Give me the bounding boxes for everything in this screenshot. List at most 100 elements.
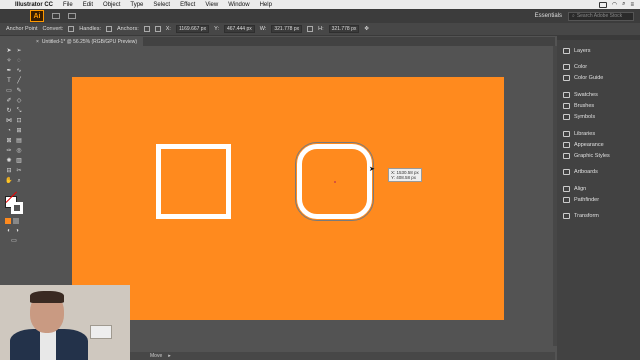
direct-selection-cursor-icon: ➤ [369,166,375,173]
bridge-icon[interactable] [52,13,60,19]
panel-appearance[interactable]: Appearance [563,142,604,148]
rotate-tool-icon[interactable]: ↻ [5,108,13,115]
menu-window[interactable]: Window [223,2,254,8]
status-arrow-icon[interactable]: ▸ [168,353,171,359]
webcam-overlay [0,285,130,360]
panel-artboards[interactable]: Artboards [563,169,598,175]
panel-graphic-styles[interactable]: Graphic Styles [563,153,610,159]
status-bar: Move ▸ [130,352,555,360]
list-icon[interactable]: ≡ [630,2,634,8]
menu-help[interactable]: Help [255,2,277,8]
width-field[interactable]: 321.778 px [271,25,303,33]
x-label: X: [165,26,171,32]
perspective-grid-tool-icon[interactable]: ⊞ [15,128,23,135]
handles-label: Handles: [79,26,102,32]
menu-type[interactable]: Type [125,2,148,8]
app-bar: Ai Essentials ⌕ Search Adobe Stock [0,9,640,23]
arrange-documents-icon[interactable] [68,13,76,19]
artboard-tool-icon[interactable]: ⊟ [5,168,13,175]
align-icon [563,186,570,192]
panel-symbols[interactable]: Symbols [563,114,595,120]
menu-view[interactable]: View [200,2,223,8]
stock-search-input[interactable]: ⌕ Search Adobe Stock [568,11,634,21]
menu-select[interactable]: Select [148,2,175,8]
stroke-swatch[interactable] [11,202,23,214]
panel-transform[interactable]: Transform [563,213,599,219]
status-tool-name[interactable]: Move [150,353,162,359]
panel-libraries[interactable]: Libraries [563,131,595,137]
draw-inside-icon[interactable]: ◑ [13,228,21,235]
reference-point-icon[interactable] [154,26,161,32]
appearance-icon [563,142,570,148]
shaper-tool-icon[interactable]: ✐ [5,98,13,105]
panel-brushes[interactable]: Brushes [563,103,594,109]
menu-edit[interactable]: Edit [78,2,98,8]
layers-icon [563,48,570,54]
eraser-tool-icon[interactable]: ◇ [15,98,23,105]
show-handles-icon[interactable] [106,26,113,32]
constrain-proportions-icon[interactable] [307,26,314,32]
color-mode-icon[interactable] [5,218,11,224]
panel-color[interactable]: Color [563,64,587,70]
convert-label: Convert: [42,26,64,32]
color-guide-icon [563,75,570,81]
presenter-shirt [40,331,56,360]
lasso-tool-icon[interactable]: ◌ [15,58,23,65]
mesh-tool-icon[interactable]: ⊠ [5,138,13,145]
shape-builder-tool-icon[interactable]: ◔ [5,128,13,135]
width-tool-icon[interactable]: ⋈ [5,118,13,125]
w-label: W: [259,26,267,32]
direct-selection-tool-icon[interactable]: ➢ [15,48,23,55]
panel-pathfinder[interactable]: Pathfinder [563,197,599,203]
panel-dock: Layers Color Color Guide Swatches Brushe… [557,36,640,360]
transform-icon[interactable]: ✥ [364,26,369,32]
workspace-switcher[interactable]: Essentials [535,13,562,19]
screen-mode-icon[interactable]: ▭ [10,238,18,245]
panel-color-guide[interactable]: Color Guide [563,75,603,81]
convert-corner-icon[interactable] [68,26,75,32]
scale-tool-icon[interactable]: ⤡ [15,108,23,115]
search-icon[interactable]: ⌕ [622,1,625,8]
type-tool-icon[interactable]: T [5,78,13,85]
pen-tool-icon[interactable]: ✒ [5,68,13,75]
remove-anchor-icon[interactable] [143,26,150,32]
height-field[interactable]: 321.778 px [328,25,360,33]
hand-tool-icon[interactable]: ✋ [5,178,13,185]
paintbrush-tool-icon[interactable]: ✎ [15,88,23,95]
line-tool-icon[interactable]: ╱ [15,78,23,85]
rectangle-tool-icon[interactable]: ▭ [5,88,13,95]
square-shape[interactable] [156,144,231,219]
menu-object[interactable]: Object [98,2,125,8]
slice-tool-icon[interactable]: ✂ [15,168,23,175]
app-menu[interactable]: Illustrator CC [10,2,58,8]
zoom-tool-icon[interactable]: ⌕ [15,178,23,185]
symbol-sprayer-tool-icon[interactable]: ✺ [5,158,13,165]
close-icon[interactable]: × [36,39,39,45]
menu-file[interactable]: File [58,2,78,8]
panel-align[interactable]: Align [563,186,586,192]
column-graph-tool-icon[interactable]: ▥ [15,158,23,165]
free-transform-tool-icon[interactable]: ⊡ [15,118,23,125]
panel-dock-grip[interactable] [557,36,640,40]
magic-wand-tool-icon[interactable]: ✧ [5,58,13,65]
panel-swatches[interactable]: Swatches [563,92,598,98]
menubar-status-area: ◠ ⌕ ≡ [598,1,640,8]
curvature-tool-icon[interactable]: ∿ [15,68,23,75]
panel-layers[interactable]: Layers [563,48,591,54]
brushes-icon [563,103,570,109]
document-tab[interactable]: × Untitled-1* @ 56.25% (RGB/GPU Preview) [30,37,144,46]
battery-icon[interactable] [598,1,607,8]
draw-mode-icon[interactable]: ◐ [5,228,13,235]
y-field[interactable]: 467.444 px [224,25,255,33]
gradient-tool-icon[interactable]: ▤ [15,138,23,145]
artboard[interactable]: ➤ X: 1530.58 px Y: 408.58 px [72,77,504,320]
x-field[interactable]: 1169.667 px [175,25,210,33]
libraries-icon [563,131,570,137]
symbols-icon [563,114,570,120]
eyedropper-tool-icon[interactable]: ✑ [5,148,13,155]
gradient-mode-icon[interactable] [13,218,19,224]
selection-tool-icon[interactable]: ➤ [5,48,13,55]
menu-effect[interactable]: Effect [175,2,200,8]
wifi-icon[interactable]: ◠ [612,1,617,8]
blend-tool-icon[interactable]: ◎ [15,148,23,155]
